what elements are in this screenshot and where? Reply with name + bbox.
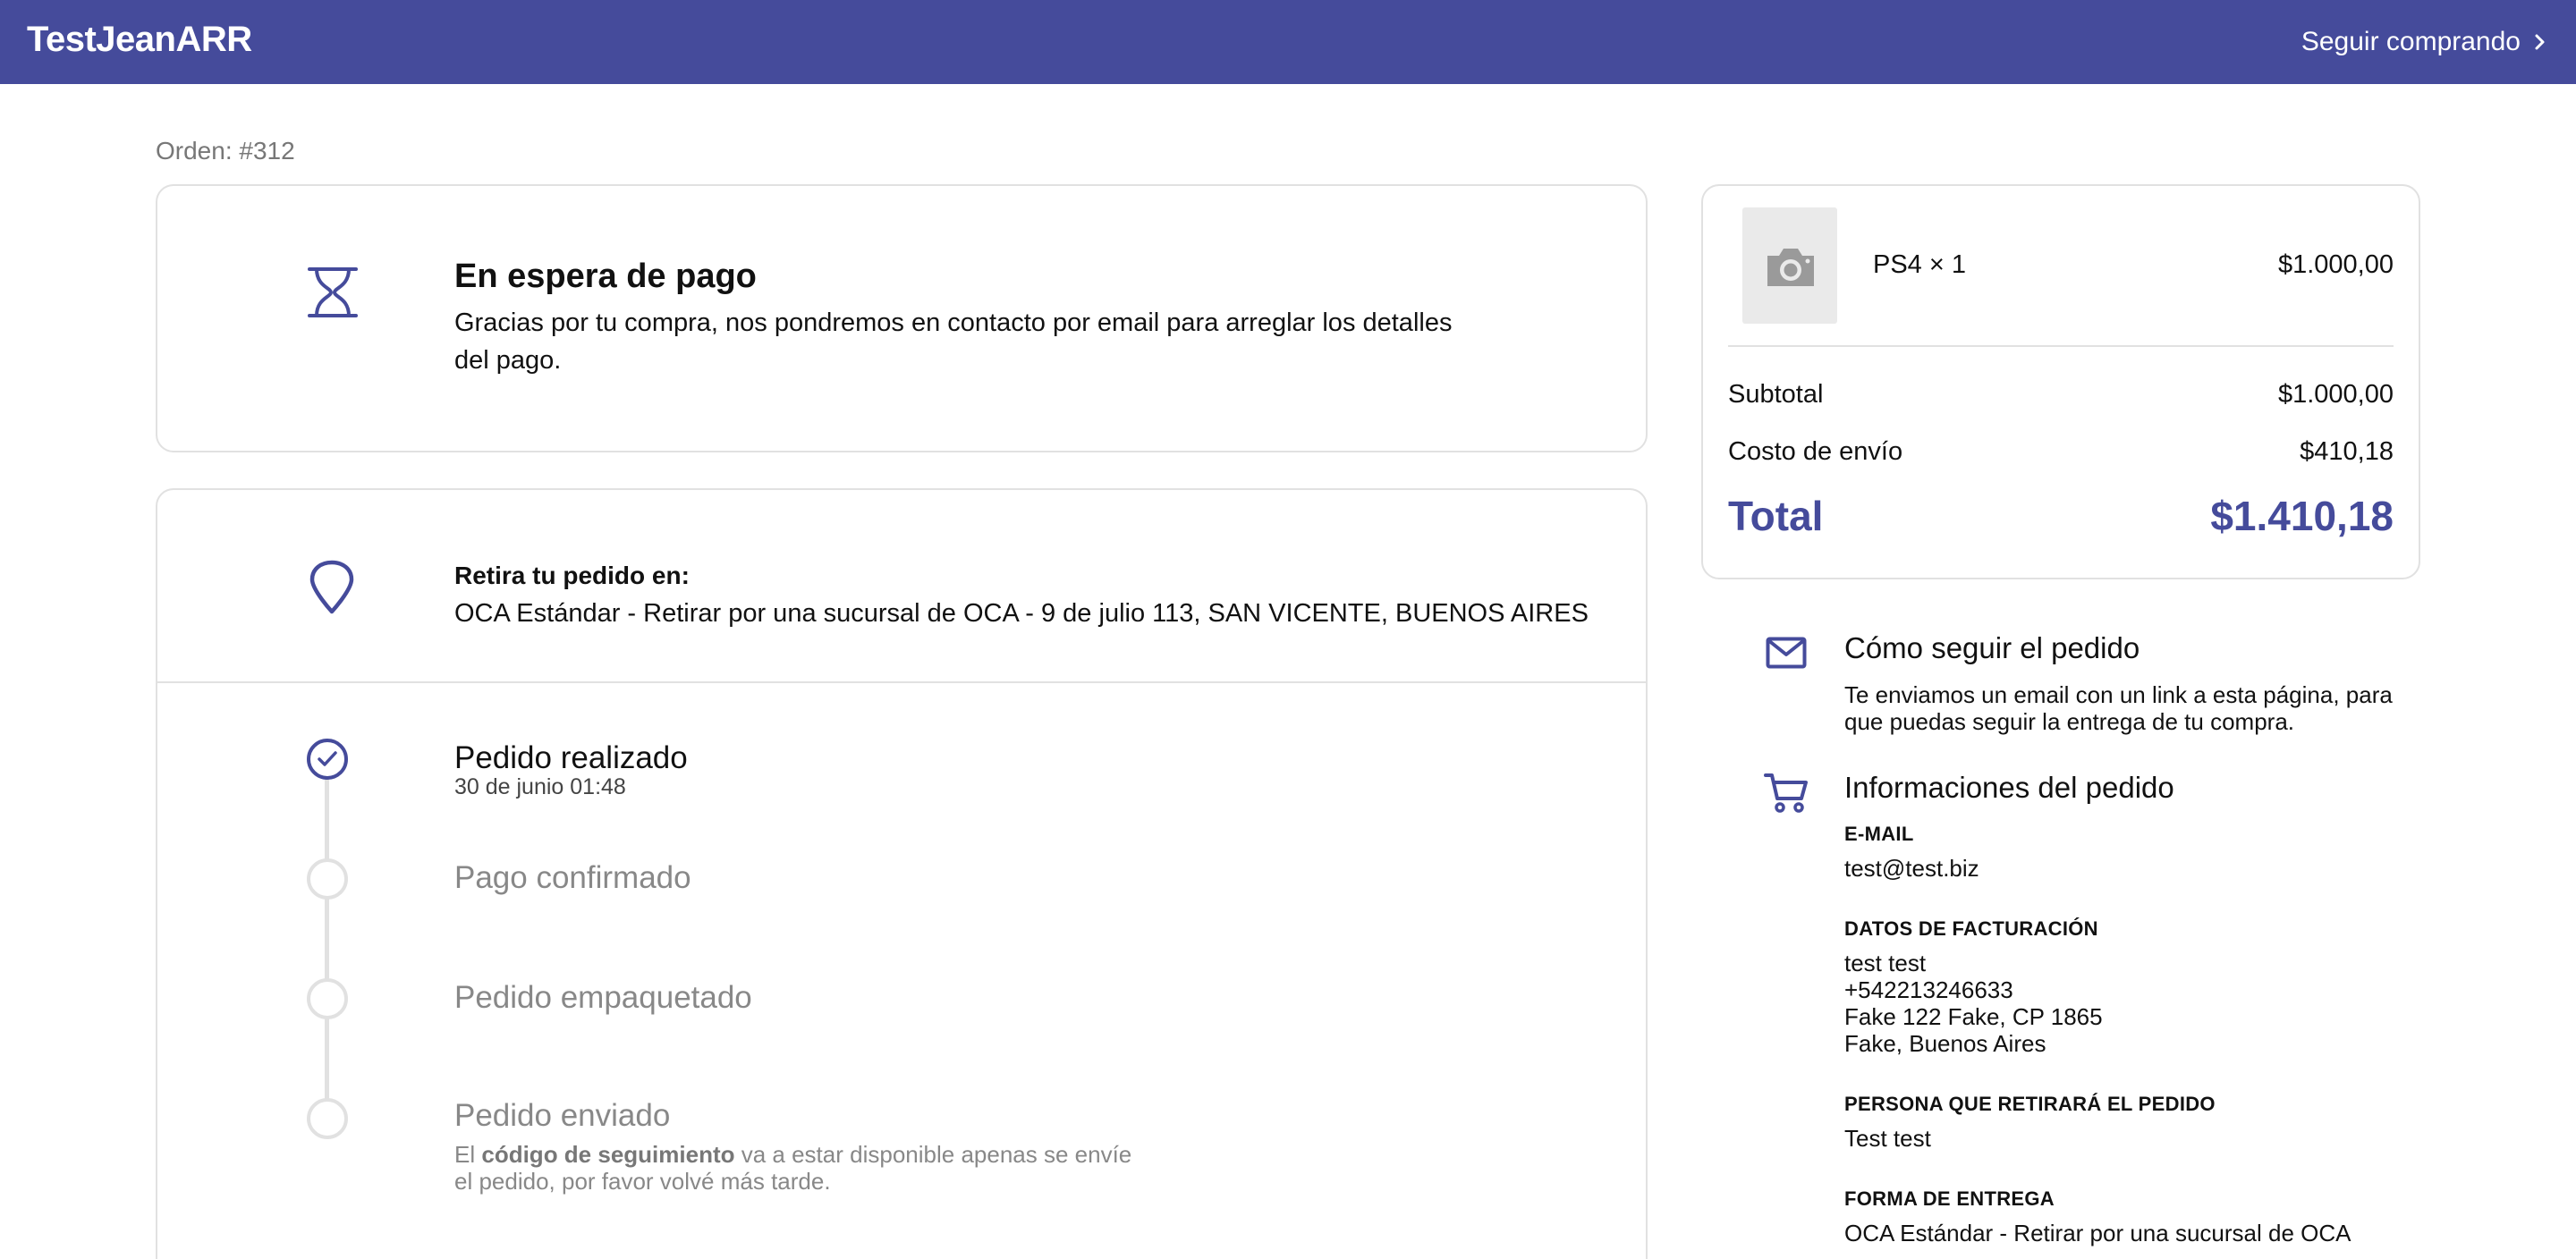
top-bar: TestJeanARR Seguir comprando <box>0 0 2576 84</box>
product-thumbnail[interactable] <box>1742 207 1837 324</box>
delivery-method-label: FORMA DE ENTREGA <box>1844 1187 2055 1210</box>
billing-address: Fake 122 Fake, CP 1865 <box>1844 1003 2103 1030</box>
email-value: test@test.biz <box>1844 855 1979 882</box>
total-value: $1.410,18 <box>2210 493 2394 539</box>
timeline-line <box>325 760 329 1118</box>
chevron-right-icon <box>2535 34 2545 50</box>
tracking-info-title: Cómo seguir el pedido <box>1844 631 2140 664</box>
billing-details: test test +542213246633 Fake 122 Fake, C… <box>1844 950 2381 1057</box>
step-pending-indicator <box>307 978 348 1019</box>
shipping-cost-label: Costo de envío <box>1728 437 1903 466</box>
cart-icon <box>1764 773 1808 813</box>
status-description: Gracias por tu compra, nos pondremos en … <box>454 308 1453 375</box>
step-title: Pago confirmado <box>454 860 691 895</box>
subtotal-label: Subtotal <box>1728 380 1824 409</box>
step-pending-indicator <box>307 858 348 900</box>
product-name: PS4 × 1 <box>1873 250 1966 279</box>
keep-shopping-link[interactable]: Seguir comprando <box>2301 27 2549 57</box>
step-date: 30 de junio 01:48 <box>454 774 626 799</box>
divider <box>157 681 1646 683</box>
product-price: $1.000,00 <box>2277 250 2394 279</box>
step-title: Pedido enviado <box>454 1098 671 1133</box>
shipping-cost-value: $410,18 <box>2300 437 2394 466</box>
tracking-note-prefix: El <box>454 1141 476 1168</box>
step-pending-indicator <box>307 1098 348 1139</box>
camera-icon <box>1767 249 1814 286</box>
store-brand[interactable]: TestJeanARR <box>27 20 252 60</box>
delivery-method-value: OCA Estándar - Retirar por una sucursal … <box>1844 1220 2351 1246</box>
total-label: Total <box>1728 493 1824 539</box>
step-title: Pedido realizado <box>454 740 688 775</box>
envelope-icon <box>1766 637 1807 669</box>
pickup-label: Retira tu pedido en: <box>454 562 690 589</box>
order-info-title: Informaciones del pedido <box>1844 771 2174 804</box>
tracking-info-text: Te enviamos un email con un link a esta … <box>1844 681 2393 735</box>
tracking-code-note: El código de seguimiento va a estar disp… <box>454 1141 1134 1195</box>
step-title: Pedido empaquetado <box>454 980 752 1015</box>
billing-name: test test <box>1844 950 1927 976</box>
billing-city: Fake, Buenos Aires <box>1844 1030 2046 1057</box>
billing-label: DATOS DE FACTURACIÓN <box>1844 917 2098 940</box>
pickup-person-label: PERSONA QUE RETIRARÁ EL PEDIDO <box>1844 1093 2216 1115</box>
pickup-address: OCA Estándar - Retirar por una sucursal … <box>454 599 1589 628</box>
status-title: En espera de pago <box>454 258 757 295</box>
step-done-indicator <box>307 739 348 780</box>
divider <box>1728 345 2394 347</box>
email-label: E-MAIL <box>1844 823 1914 845</box>
keep-shopping-label: Seguir comprando <box>2301 27 2521 56</box>
map-pin-icon <box>309 560 354 614</box>
billing-phone: +542213246633 <box>1844 976 2013 1003</box>
pickup-person-value: Test test <box>1844 1125 1931 1152</box>
order-number: Orden: #312 <box>156 137 295 165</box>
hourglass-icon <box>308 267 358 317</box>
check-icon <box>318 751 337 766</box>
subtotal-value: $1.000,00 <box>2277 380 2394 409</box>
tracking-note-bold: código de seguimiento <box>481 1141 735 1168</box>
